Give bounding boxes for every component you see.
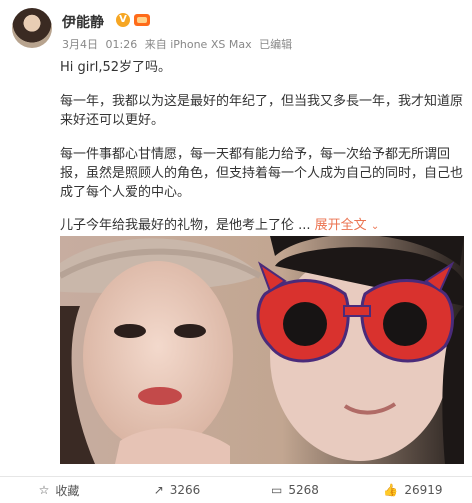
post-meta: 3月4日 01:26 来自 iPhone XS Max 已编辑 — [62, 36, 296, 52]
post-image[interactable] — [60, 236, 464, 464]
expand-label: 展开全文 — [314, 218, 367, 233]
verified-badge-icon: V — [116, 13, 130, 27]
thumbs-up-icon: 👍 — [383, 483, 399, 497]
repost-count: 3266 — [169, 483, 201, 497]
comment-count: 5268 — [288, 483, 319, 497]
post-text-1: Hi girl,52岁了吗。 — [60, 60, 172, 75]
like-button[interactable]: 👍 26919 — [354, 477, 472, 503]
post-date: 3月4日 — [62, 38, 98, 51]
expand-full-text-link[interactable]: 展开全文 ⌄ — [315, 218, 380, 233]
action-bar: ☆ 收藏 ↗ 3266 ▭ 5268 👍 26919 — [0, 476, 472, 503]
username[interactable]: 伊能静 — [62, 12, 104, 32]
comment-button[interactable]: ▭ 5268 — [236, 477, 354, 503]
chevron-down-icon: ⌄ — [370, 221, 380, 232]
like-count: 26919 — [404, 483, 443, 497]
post-text-4: 儿子今年给我最好的礼物，是他考上了伦 ... 展开全文 ⌄ — [60, 216, 464, 236]
star-icon: ☆ — [38, 483, 50, 497]
favorite-label: 收藏 — [55, 483, 80, 498]
edited-label: 已编辑 — [259, 38, 293, 51]
post-image-svg — [60, 236, 464, 464]
avatar[interactable] — [12, 8, 52, 48]
post-text-3: 每一件事都心甘情愿，每一天都有能力给予，每一次给予都无所谓回报，虽然是照顾人的角… — [60, 147, 464, 200]
post-source: 来自 iPhone XS Max — [144, 38, 252, 51]
repost-button[interactable]: ↗ 3266 — [118, 477, 236, 503]
post-text-4-content: 儿子今年给我最好的礼物，是他考上了伦 ... — [60, 218, 311, 233]
comment-icon: ▭ — [271, 483, 283, 497]
share-icon: ↗ — [153, 483, 164, 497]
post-text-2: 每一年，我都以为这是最好的年纪了，但当我又多長一年，我才知道原来好还可以更好。 — [60, 94, 464, 128]
favorite-button[interactable]: ☆ 收藏 — [0, 477, 118, 503]
post-time: 01:26 — [105, 38, 138, 51]
member-badge-icon — [134, 14, 150, 26]
